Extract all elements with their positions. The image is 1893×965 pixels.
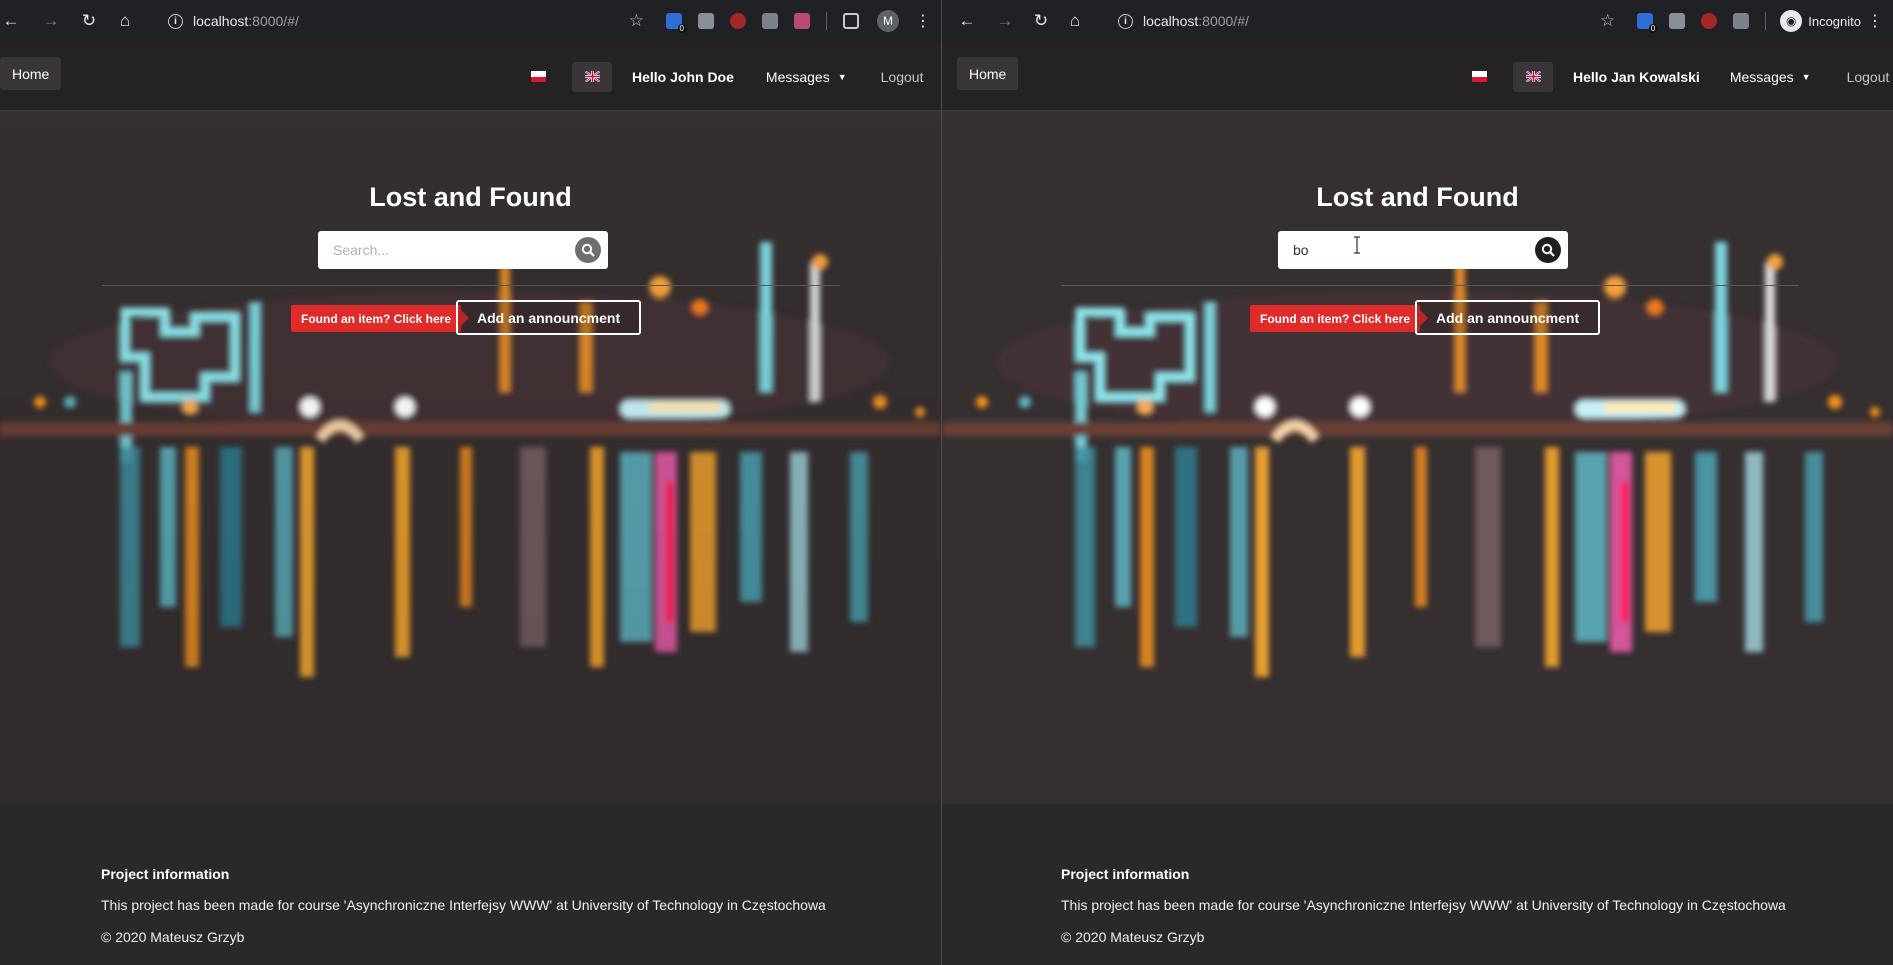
- text-cursor-icon: [1354, 236, 1360, 254]
- search-button[interactable]: [1535, 237, 1561, 263]
- english-language-button[interactable]: [572, 61, 612, 92]
- toolbar-divider: [1765, 12, 1767, 30]
- browser-menu-icon[interactable]: ⋮: [915, 11, 931, 31]
- footer: Project information This project has bee…: [942, 804, 1893, 965]
- extension-badge-count: 0: [1648, 24, 1658, 33]
- search-box: [1278, 231, 1568, 269]
- extension-badge-count: 0: [677, 24, 686, 33]
- search-input[interactable]: [1278, 231, 1518, 269]
- city-lights-background: [0, 112, 941, 804]
- home-nav-button[interactable]: Home: [0, 57, 62, 90]
- search-input[interactable]: [318, 231, 558, 269]
- browser-window-right: ← → ↻ ⌂ i localhost:8000/#/ ☆ 0 ◉ Incogni…: [942, 0, 1893, 965]
- extension-search-icon[interactable]: [1733, 13, 1750, 29]
- extension-search-icon[interactable]: [762, 13, 778, 29]
- footer-title: Project information: [101, 866, 230, 882]
- ublock-icon[interactable]: [730, 13, 746, 29]
- footer-title: Project information: [1061, 866, 1190, 882]
- caret-down-icon: ▼: [1801, 71, 1811, 82]
- found-item-tag[interactable]: Found an item? Click here: [291, 305, 470, 332]
- incognito-label: Incognito: [1808, 13, 1861, 29]
- forward-button[interactable]: →: [994, 10, 1016, 32]
- hero-section: Lost and Found Found an item? Click here…: [0, 112, 941, 804]
- incognito-icon: ◉: [1780, 10, 1803, 32]
- app-navbar: Home Hello Jan Kowalski Messages ▼ Logout: [942, 42, 1893, 111]
- home-browser-button[interactable]: ⌂: [1064, 10, 1086, 32]
- address-bar[interactable]: i localhost:8000/#/: [168, 13, 299, 29]
- english-language-button[interactable]: [1513, 61, 1553, 92]
- polish-flag-icon[interactable]: [1472, 71, 1487, 82]
- url-path: :8000/#/: [248, 13, 299, 29]
- incognito-indicator[interactable]: ◉ Incognito: [1780, 10, 1861, 32]
- forward-button[interactable]: →: [40, 10, 62, 32]
- bookmark-star-icon[interactable]: ☆: [629, 11, 644, 31]
- browser-menu-icon[interactable]: ⋮: [1867, 11, 1883, 31]
- info-icon[interactable]: i: [168, 13, 183, 29]
- back-button[interactable]: ←: [0, 10, 22, 32]
- add-announcement-button[interactable]: Add an announcment: [1415, 300, 1601, 335]
- extension-badge-icon[interactable]: 0: [666, 13, 686, 33]
- footer-copyright: © 2020 Mateusz Grzyb: [101, 929, 245, 945]
- home-browser-button[interactable]: ⌂: [114, 10, 136, 32]
- city-lights-background: [942, 242, 1893, 677]
- browser-toolbar: ← → ↻ ⌂ i localhost:8000/#/ ☆ 0 M ⋮: [0, 0, 941, 42]
- profile-avatar[interactable]: M: [877, 10, 899, 32]
- search-icon: [1541, 243, 1555, 257]
- url-path: :8000/#/: [1198, 13, 1249, 29]
- footer-copyright: © 2020 Mateusz Grzyb: [1061, 929, 1205, 945]
- divider: [1061, 285, 1799, 286]
- page-title: Lost and Found: [369, 182, 572, 212]
- extension-badge-icon[interactable]: 0: [1637, 13, 1658, 33]
- footer-description: This project has been made for course 'A…: [101, 897, 826, 913]
- extension-chat-icon[interactable]: [698, 13, 714, 29]
- search-button[interactable]: [575, 237, 601, 263]
- toolbar-actions: ☆ 0 M ⋮: [629, 10, 941, 33]
- polish-flag-icon[interactable]: [531, 71, 546, 82]
- ublock-icon[interactable]: [1701, 13, 1718, 29]
- found-item-tag[interactable]: Found an item? Click here: [1250, 305, 1429, 332]
- messages-dropdown[interactable]: Messages ▼: [1730, 69, 1811, 85]
- search-box: [318, 231, 608, 269]
- media-control-icon[interactable]: [843, 13, 859, 29]
- messages-label: Messages: [765, 68, 830, 85]
- add-announcement-button[interactable]: Add an announcment: [456, 300, 642, 335]
- screen: ← → ↻ ⌂ i localhost:8000/#/ ☆ 0 M ⋮ Hom…: [0, 0, 1893, 965]
- browser-toolbar: ← → ↻ ⌂ i localhost:8000/#/ ☆ 0 ◉ Incogni…: [942, 0, 1893, 42]
- reload-button[interactable]: ↻: [78, 10, 100, 32]
- messages-label: Messages: [1729, 68, 1794, 85]
- caret-down-icon: ▼: [837, 71, 847, 82]
- extension-shield-icon[interactable]: [794, 13, 810, 29]
- address-bar[interactable]: i localhost:8000/#/: [1118, 13, 1249, 29]
- user-greeting: Hello John Doe: [632, 68, 734, 85]
- hero-section: Lost and Found Found an item? Click here…: [942, 112, 1893, 804]
- url-host: localhost: [193, 13, 249, 29]
- info-icon[interactable]: i: [1118, 13, 1133, 29]
- messages-dropdown[interactable]: Messages ▼: [766, 69, 847, 85]
- toolbar-divider: [826, 12, 827, 30]
- back-button[interactable]: ←: [956, 10, 978, 32]
- nav-right-group: Hello Jan Kowalski Messages ▼ Logout: [1472, 42, 1889, 111]
- footer-description: This project has been made for course 'A…: [1061, 897, 1786, 913]
- home-nav-button[interactable]: Home: [957, 57, 1019, 90]
- uk-flag-icon: [584, 71, 600, 82]
- footer: Project information This project has bee…: [0, 804, 941, 965]
- logout-link[interactable]: Logout: [881, 69, 924, 85]
- toolbar-actions: ☆ 0 ◉ Incognito ⋮: [1600, 10, 1893, 33]
- extension-chat-icon[interactable]: [1669, 13, 1686, 29]
- bookmark-star-icon[interactable]: ☆: [1600, 11, 1615, 31]
- page-title: Lost and Found: [1316, 182, 1519, 212]
- nav-right-group: Hello John Doe Messages ▼ Logout: [531, 42, 923, 111]
- divider: [102, 285, 840, 286]
- logout-link[interactable]: Logout: [1847, 69, 1890, 85]
- user-greeting: Hello Jan Kowalski: [1573, 68, 1700, 85]
- search-icon: [581, 243, 595, 257]
- browser-window-left: ← → ↻ ⌂ i localhost:8000/#/ ☆ 0 M ⋮ Hom…: [0, 0, 941, 965]
- url-host: localhost: [1143, 13, 1199, 29]
- reload-button[interactable]: ↻: [1030, 10, 1052, 32]
- uk-flag-icon: [1525, 71, 1541, 82]
- app-navbar: Home Hello John Doe Messages ▼ Logout: [0, 42, 941, 111]
